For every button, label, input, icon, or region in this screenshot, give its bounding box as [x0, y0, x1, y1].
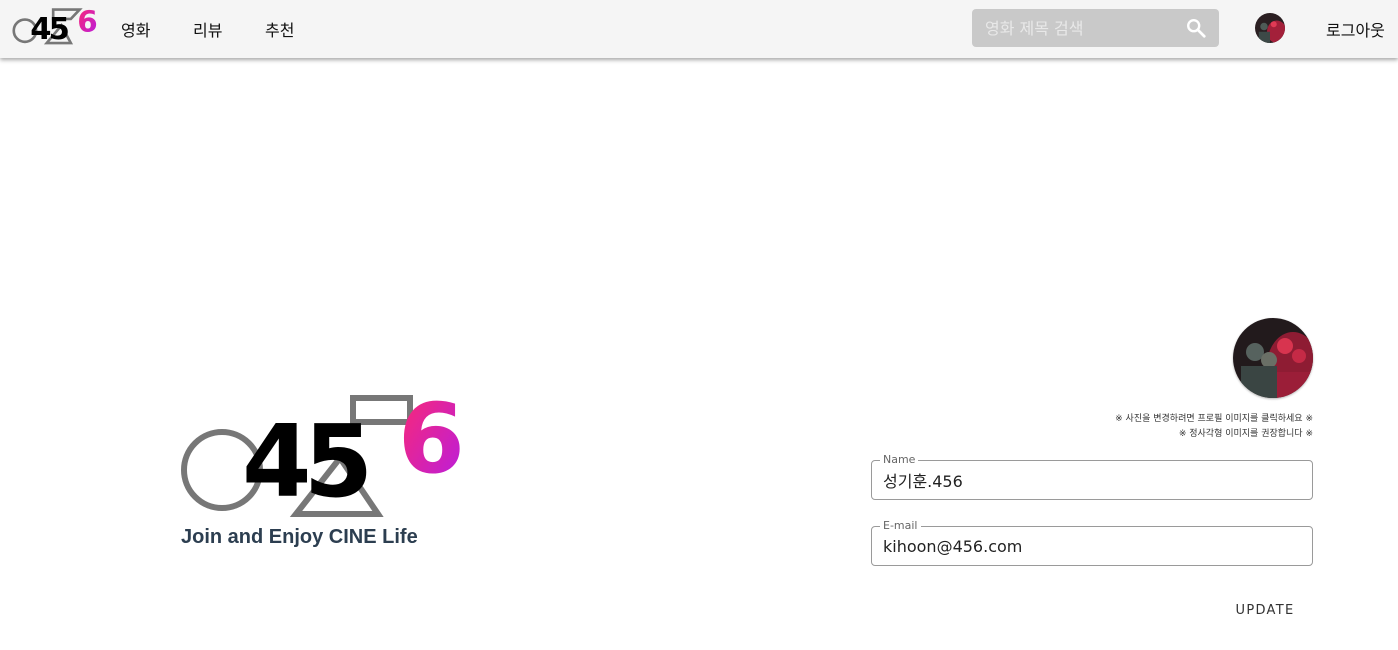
nav-movies[interactable]: 영화: [121, 17, 150, 41]
update-button[interactable]: UPDATE: [1222, 595, 1308, 625]
profile-hint-square: ※ 정사각형 이미지를 권장합니다 ※: [1178, 429, 1313, 439]
email-field: E-mail: [871, 519, 1313, 566]
svg-text:45: 45: [30, 12, 68, 45]
search-input[interactable]: [972, 9, 1177, 47]
name-input[interactable]: [872, 461, 1312, 499]
profile-hint-change: ※ 사진을 변경하려면 프로필 이미지를 클릭하세요 ※: [1115, 414, 1313, 424]
profile-image[interactable]: [1233, 318, 1313, 398]
svg-text:6: 6: [77, 7, 97, 38]
nav-logo[interactable]: 45 6: [12, 7, 102, 45]
top-navbar: 45 6 영화 리뷰 추천 로그아웃: [0, 0, 1398, 58]
tagline: Join and Enjoy CINE Life: [181, 526, 418, 548]
svg-text:45: 45: [242, 403, 367, 518]
nav-user-avatar[interactable]: [1255, 13, 1285, 43]
name-field: Name: [871, 453, 1313, 500]
search-bar: [972, 9, 1219, 47]
nav-recommend[interactable]: 추천: [265, 17, 294, 41]
email-input[interactable]: [872, 527, 1312, 565]
logout-link[interactable]: 로그아웃: [1326, 17, 1385, 41]
brand-logo: 45 6: [181, 390, 465, 518]
search-icon[interactable]: [1185, 17, 1207, 39]
nav-reviews[interactable]: 리뷰: [193, 17, 222, 41]
svg-text:6: 6: [398, 390, 465, 495]
